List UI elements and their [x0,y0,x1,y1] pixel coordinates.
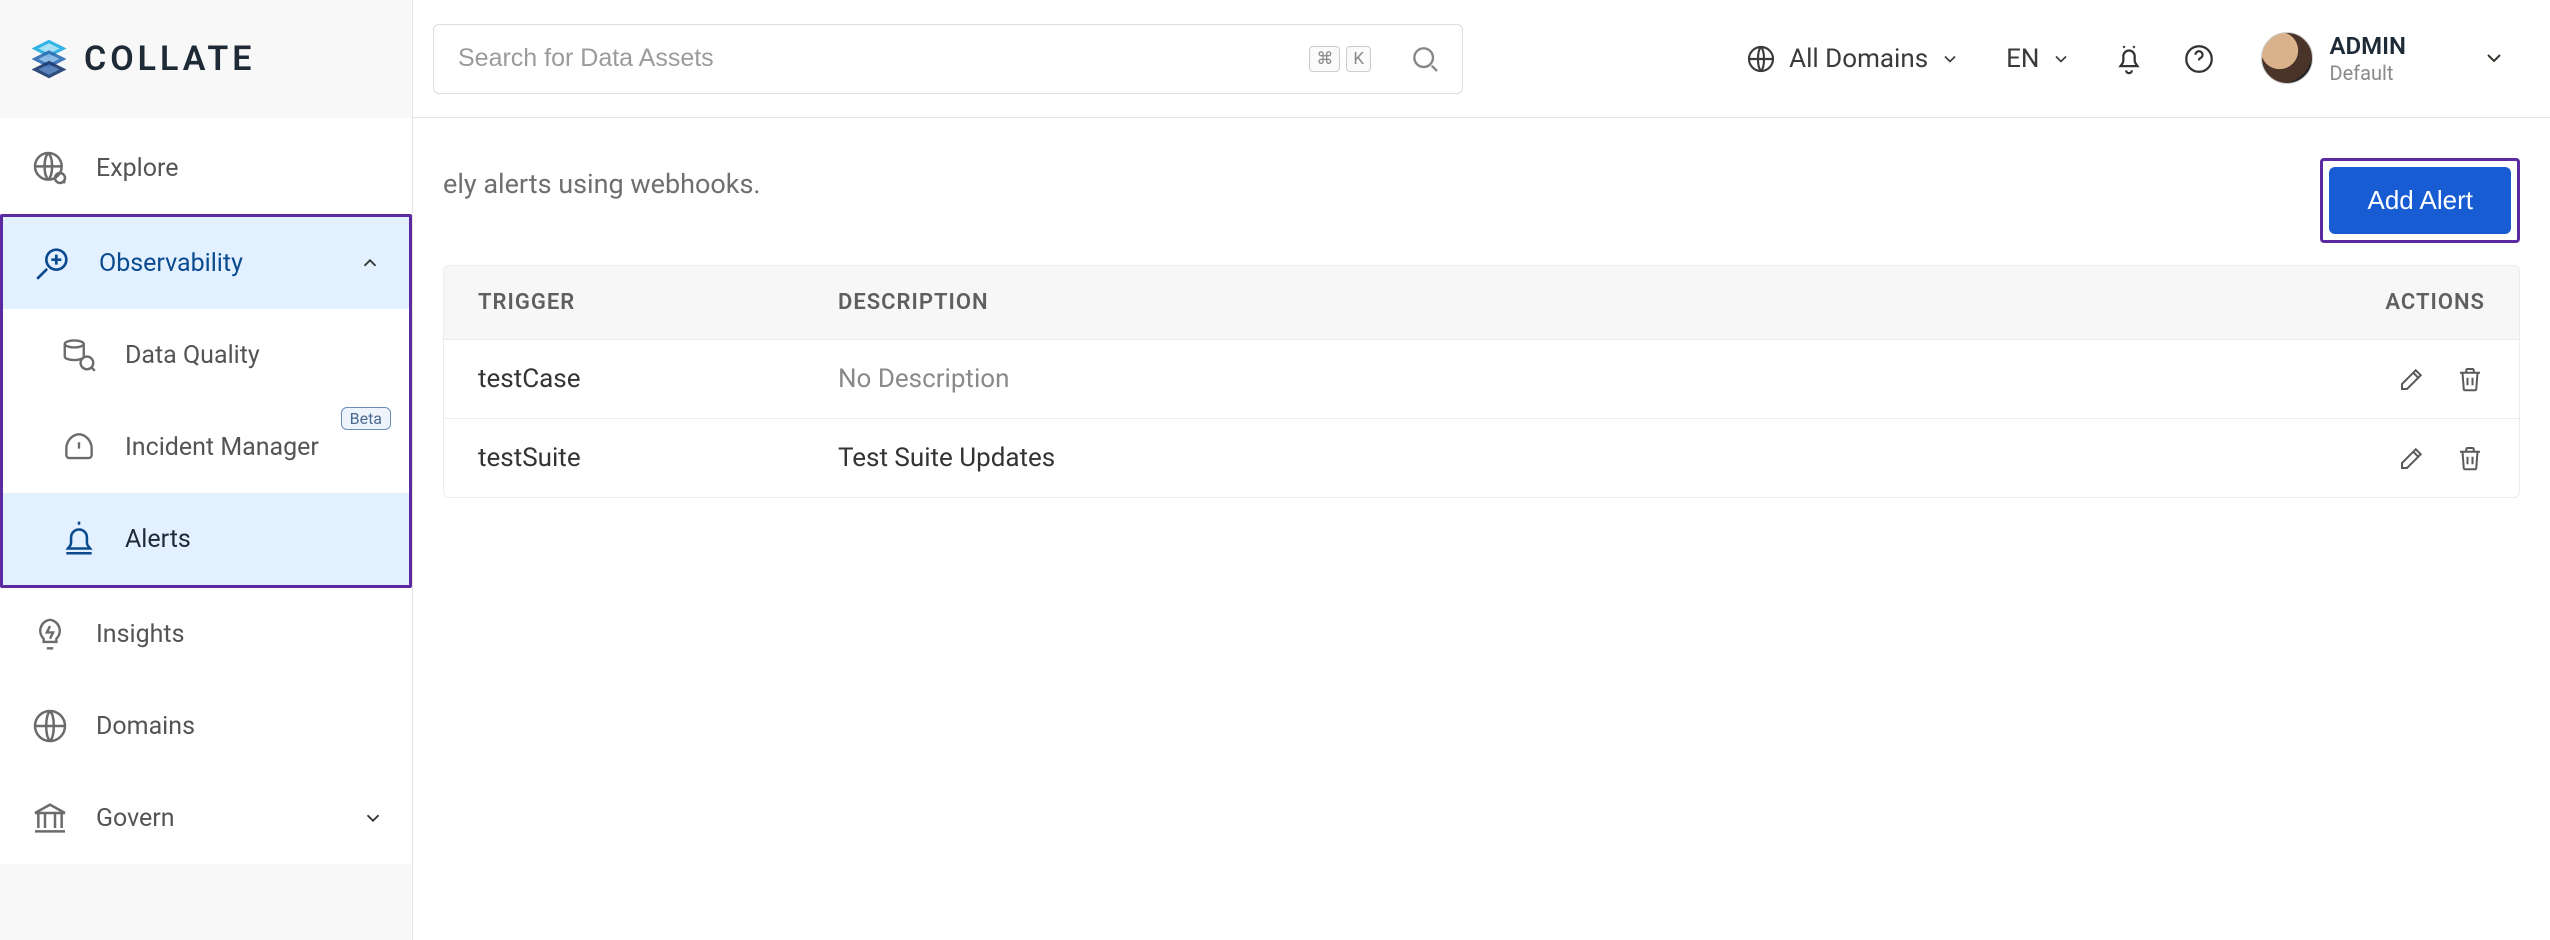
app-root: COLLATE Explore [0,0,2550,940]
logo[interactable]: COLLATE [0,0,412,118]
delete-icon[interactable] [2455,364,2485,394]
sidebar-item-label: Data Quality [125,341,260,370]
search-icon[interactable] [1409,43,1441,75]
globe-icon [1745,43,1777,75]
edit-icon[interactable] [2397,443,2427,473]
brand-icon [28,38,70,80]
observability-subnav: Data Quality Beta Incident Manager [3,309,409,585]
help-button[interactable] [2173,33,2225,85]
table-row: testCase No Description [444,339,2519,418]
chevron-down-icon [2482,46,2506,70]
beta-badge: Beta [341,407,391,430]
domains-icon [28,704,72,748]
domains-selector[interactable]: All Domains [1731,35,1974,83]
chevron-down-icon [2051,49,2071,69]
table-row: testSuite Test Suite Updates [444,418,2519,497]
add-alert-highlight: Add Alert [2320,158,2520,243]
cell-description: Test Suite Updates [804,419,2319,497]
alerts-icon [57,517,101,561]
page-subtitle: ely alerts using webhooks. [443,168,761,200]
cell-trigger[interactable]: testSuite [444,419,804,497]
brand-name: COLLATE [84,39,255,79]
sidebar-item-incident-manager[interactable]: Beta Incident Manager [3,401,409,493]
main: ⌘ K All Domains EN [413,0,2550,940]
sidebar-item-observability[interactable]: Observability [3,217,409,309]
search-shortcut: ⌘ K [1309,46,1371,72]
chevron-up-icon [359,252,381,274]
table-body: testCase No Description testSuite [444,339,2519,497]
language-label: EN [2006,44,2039,74]
sidebar-item-govern[interactable]: Govern [0,772,412,864]
sidebar-item-alerts[interactable]: Alerts [3,493,409,585]
sidebar-item-insights[interactable]: Insights [0,588,412,680]
cell-actions [2319,419,2519,497]
sidebar-item-label: Govern [96,804,175,833]
chevron-down-icon [1940,49,1960,69]
notifications-button[interactable] [2103,33,2155,85]
sidebar-item-data-quality[interactable]: Data Quality [3,309,409,401]
sidebar-item-label: Observability [99,249,243,278]
edit-icon[interactable] [2397,364,2427,394]
avatar [2261,32,2313,84]
globe-search-icon [28,146,72,190]
sidebar-item-explore[interactable]: Explore [0,122,412,214]
th-description: DESCRIPTION [804,266,2319,339]
cell-actions [2319,340,2519,418]
topbar: ⌘ K All Domains EN [413,0,2550,118]
delete-icon[interactable] [2455,443,2485,473]
govern-icon [28,796,72,840]
sidebar-item-domains[interactable]: Domains [0,680,412,772]
sidebar-item-label: Incident Manager [125,433,319,462]
content: ely alerts using webhooks. Add Alert TRI… [413,118,2550,498]
kbd-key: K [1346,46,1371,72]
sidebar-nav: Explore Observability [0,118,412,864]
kbd-cmd: ⌘ [1309,46,1340,72]
th-trigger: TRIGGER [444,266,804,339]
insights-icon [28,612,72,656]
alerts-table: TRIGGER DESCRIPTION ACTIONS testCase No … [443,265,2520,498]
user-name: ADMIN [2329,32,2406,61]
language-selector[interactable]: EN [1992,36,2085,82]
user-texts: ADMIN Default [2329,32,2406,85]
user-sub: Default [2329,61,2406,85]
incident-icon [57,425,101,469]
sidebar-observability-group-highlight: Observability Data Quality [0,214,412,588]
chevron-down-icon [362,807,384,829]
sidebar-item-label: Alerts [125,525,191,554]
th-actions-label: ACTIONS [2385,290,2485,315]
search-wrap: ⌘ K [433,24,1463,94]
cell-trigger[interactable]: testCase [444,340,804,418]
page-header-row: ely alerts using webhooks. Add Alert [443,158,2520,243]
th-actions: ACTIONS [2319,266,2519,339]
domains-label: All Domains [1789,44,1928,74]
user-menu[interactable]: ADMIN Default [2261,32,2506,85]
sidebar-item-label: Insights [96,620,184,649]
sidebar: COLLATE Explore [0,0,413,940]
data-quality-icon [57,333,101,377]
observability-icon [31,241,75,285]
cell-description: No Description [804,340,2319,418]
sidebar-item-label: Domains [96,712,195,741]
table-header: TRIGGER DESCRIPTION ACTIONS [444,266,2519,339]
add-alert-button[interactable]: Add Alert [2329,167,2511,234]
sidebar-item-label: Explore [96,154,178,183]
